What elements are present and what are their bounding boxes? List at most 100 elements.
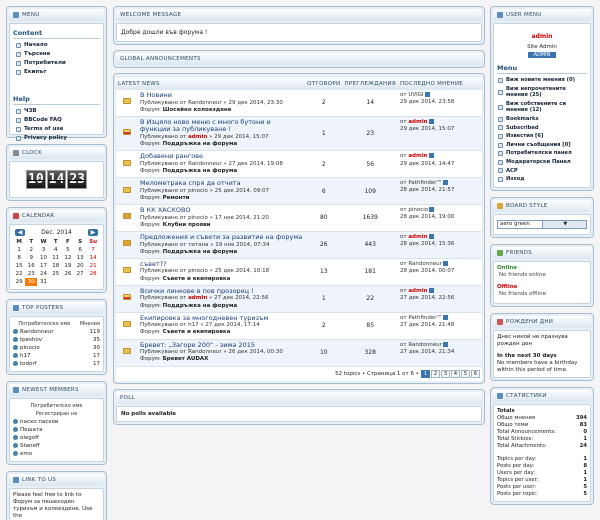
forum-link[interactable]: Бревет AUDAX: [163, 356, 209, 362]
last-post-user[interactable]: Randonneur: [408, 342, 442, 348]
last-post-user[interactable]: admin: [408, 288, 427, 294]
topic-title-link[interactable]: Бревет: „Загоре 200“ - зима 2015: [140, 341, 303, 350]
last-post-user[interactable]: admin: [408, 153, 427, 159]
calendar-day[interactable]: 24: [37, 270, 49, 278]
menu-item-members[interactable]: Потребители: [13, 59, 100, 68]
member-name-cell[interactable]: emo: [13, 450, 100, 458]
menu-item-team[interactable]: Екипът: [13, 68, 100, 77]
forum-link[interactable]: Поддръжка на форума: [163, 303, 238, 309]
goto-post-icon[interactable]: [429, 207, 435, 213]
menu-item-search[interactable]: Търсене: [13, 50, 100, 59]
page-button[interactable]: 1: [421, 369, 430, 378]
user-menu-item[interactable]: Виж собствените си мнения (12): [497, 100, 587, 115]
goto-post-icon[interactable]: [428, 234, 434, 240]
page-button[interactable]: 4: [451, 369, 460, 378]
topic-title-link[interactable]: В КК ХАСКОВО: [140, 207, 303, 215]
last-post-user[interactable]: Randonneur: [408, 261, 442, 267]
member-name-cell[interactable]: пасхо пасков: [13, 418, 100, 426]
page-button[interactable]: 5: [461, 369, 470, 378]
forum-link[interactable]: Поддръжка на форума: [163, 168, 238, 174]
calendar-day[interactable]: 30: [25, 278, 38, 286]
forum-link[interactable]: Съвети и екипировка: [163, 276, 231, 282]
user-menu-item[interactable]: Виж непрочетените мнения (25): [497, 85, 587, 100]
forum-link[interactable]: Съвети и екипировка: [163, 329, 231, 335]
forum-link[interactable]: Ремонти: [163, 195, 190, 201]
calendar-day[interactable]: 1: [13, 246, 25, 254]
topic-title-link[interactable]: В Изцяло ново меню с много бутони и функ…: [140, 118, 303, 134]
calendar-day[interactable]: 28: [86, 270, 100, 278]
member-name-cell[interactable]: Пешата: [13, 426, 100, 434]
topic-title-link[interactable]: В Новини: [140, 91, 303, 100]
calendar-day[interactable]: 19: [62, 262, 74, 270]
topic-title-link[interactable]: Мелометрака спря да отчита: [140, 180, 303, 188]
user-menu-item[interactable]: Лични съобщения [0]: [497, 141, 587, 150]
user-menu-item[interactable]: Изход: [497, 175, 587, 184]
user-menu-item[interactable]: ACP: [497, 167, 587, 176]
last-post-user[interactable]: pinocio: [408, 207, 428, 213]
calendar-day[interactable]: 3: [37, 246, 49, 254]
topic-title-link[interactable]: съвет??: [140, 260, 303, 269]
topic-author[interactable]: admin: [188, 134, 207, 140]
menu-item-privacy[interactable]: Privacy policy: [13, 134, 100, 143]
last-post-user[interactable]: admin: [408, 119, 427, 125]
page-button[interactable]: 2: [431, 369, 440, 378]
user-menu-item[interactable]: Известия [6]: [497, 132, 587, 141]
calendar-day[interactable]: 16: [25, 262, 37, 270]
member-name-cell[interactable]: olegoff: [13, 434, 100, 442]
menu-item-faq[interactable]: ЧЗВ: [13, 107, 100, 116]
goto-post-icon[interactable]: [443, 180, 448, 186]
calendar-day[interactable]: 23: [25, 270, 37, 278]
topic-title-link[interactable]: Екипировка за многодневен туризъм: [140, 314, 303, 323]
topic-title-link[interactable]: Добавени рангове: [140, 153, 303, 161]
forum-link[interactable]: Клубни прояви: [163, 222, 211, 228]
last-post-user[interactable]: Pathfinder™: [408, 315, 442, 321]
goto-post-icon[interactable]: [443, 314, 448, 320]
last-post-user[interactable]: Pathfinder™: [408, 180, 442, 186]
calendar-day[interactable]: 4: [50, 246, 62, 254]
calendar-day[interactable]: 12: [62, 254, 74, 262]
menu-item-home[interactable]: Начало: [13, 41, 100, 50]
calendar-day[interactable]: 15: [13, 262, 25, 270]
calendar-day[interactable]: 10: [37, 254, 49, 262]
calendar-day[interactable]: 21: [86, 262, 100, 270]
calendar-day[interactable]: 25: [50, 270, 62, 278]
calendar-day[interactable]: 13: [74, 254, 86, 262]
user-menu-item[interactable]: Subscribed: [497, 124, 587, 133]
user-menu-item[interactable]: Bookmarks: [497, 115, 587, 124]
forum-link[interactable]: Поддръжка на форума: [163, 249, 238, 255]
calendar-day[interactable]: 9: [25, 254, 37, 262]
poster-name-cell[interactable]: Randonneur: [13, 328, 76, 336]
goto-post-icon[interactable]: [428, 153, 434, 159]
calendar-day[interactable]: 20: [74, 262, 86, 270]
calendar-day[interactable]: 31: [37, 278, 49, 286]
calendar-day[interactable]: 29: [13, 278, 25, 286]
goto-post-icon[interactable]: [424, 92, 430, 97]
menu-item-terms[interactable]: Terms of use: [13, 125, 100, 134]
poster-name-cell[interactable]: todorf: [13, 360, 76, 368]
poster-name-cell[interactable]: pinocio: [13, 344, 76, 352]
topic-title-link[interactable]: Предложения и съвети за развитие на фору…: [140, 234, 303, 242]
forum-link[interactable]: Шосейно колоездене: [163, 107, 232, 113]
calendar-day[interactable]: 18: [50, 262, 62, 270]
calendar-day[interactable]: 27: [74, 270, 86, 278]
calendar-day[interactable]: 5: [62, 246, 74, 254]
calendar-day[interactable]: 17: [37, 262, 49, 270]
last-post-user[interactable]: admin: [408, 234, 427, 240]
poster-name-cell[interactable]: h17: [13, 352, 76, 360]
username[interactable]: admin: [497, 33, 587, 40]
last-post-user[interactable]: UVIGI: [408, 92, 423, 98]
calendar-day[interactable]: 6: [74, 246, 86, 254]
forum-link[interactable]: Поддръжка на форума: [163, 141, 238, 147]
style-select[interactable]: aero green ▼: [497, 219, 587, 229]
user-menu-item[interactable]: Потребителски панел: [497, 149, 587, 158]
calendar-day[interactable]: 2: [25, 246, 37, 254]
menu-item-bbcode-faq[interactable]: BBCode FAQ: [13, 116, 100, 125]
topic-author[interactable]: admin: [188, 295, 207, 301]
user-menu-item[interactable]: Виж новите мнения (0): [497, 76, 587, 85]
next-month-arrow-icon[interactable]: ▶: [87, 229, 98, 236]
goto-post-icon[interactable]: [442, 260, 448, 266]
calendar-day[interactable]: 7: [86, 246, 100, 254]
calendar-day[interactable]: 26: [62, 270, 74, 278]
page-button[interactable]: 3: [441, 369, 450, 378]
user-menu-item[interactable]: Модераторски Панел: [497, 158, 587, 167]
